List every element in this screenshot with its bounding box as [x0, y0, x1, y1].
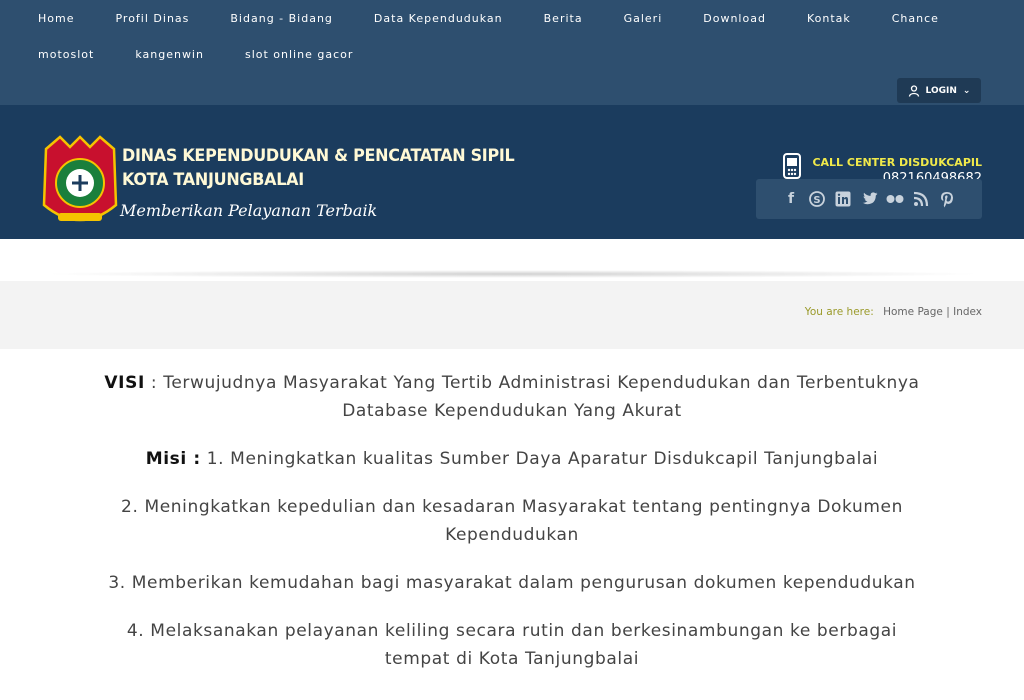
call-center-label: CALL CENTER DISDUKCAPIL	[812, 156, 982, 169]
visi-text: Terwujudnya Masyarakat Yang Tertib Admin…	[163, 373, 920, 421]
nav-row-primary: Home Profil Dinas Bidang - Bidang Data K…	[38, 10, 980, 26]
login-label: LOGIN	[925, 85, 957, 96]
top-navigation: Home Profil Dinas Bidang - Bidang Data K…	[0, 0, 1024, 105]
breadcrumb: You are here: Home Page | Index	[805, 306, 982, 318]
logo-tagline: Memberikan Pelayanan Terbaik	[120, 201, 378, 220]
nav-item-galeri[interactable]: Galeri	[624, 12, 663, 25]
misi-item-1: 1. Meningkatkan kualitas Sumber Daya Apa…	[200, 449, 879, 469]
misi-item-2: 2. Meningkatkan kepedulian dan kesadaran…	[121, 497, 903, 545]
nav-item-slot-online-gacor[interactable]: slot online gacor	[245, 48, 353, 61]
flickr-icon[interactable]	[886, 190, 904, 208]
nav-item-motoslot[interactable]: motoslot	[38, 48, 94, 61]
emblem-icon	[42, 135, 118, 222]
nav-item-data-kependudukan[interactable]: Data Kependudukan	[374, 12, 503, 25]
nav-item-kangenwin[interactable]: kangenwin	[135, 48, 204, 61]
nav-item-bidang[interactable]: Bidang - Bidang	[230, 12, 333, 25]
skype-icon[interactable]: S	[808, 190, 826, 208]
logo-title-line1: DINAS KEPENDUDUKAN & PENCATATAN SIPIL	[122, 146, 515, 166]
nav-item-profil-dinas[interactable]: Profil Dinas	[115, 12, 189, 25]
social-links: f S	[756, 179, 982, 219]
facebook-icon[interactable]: f	[782, 190, 800, 208]
twitter-icon[interactable]	[860, 190, 878, 208]
site-logo[interactable]: DINAS KEPENDUDUKAN & PENCATATAN SIPIL KO…	[40, 135, 515, 231]
visi-paragraph: VISI : Terwujudnya Masyarakat Yang Terti…	[100, 369, 924, 425]
misi-paragraph-1: Misi : 1. Meningkatkan kualitas Sumber D…	[100, 445, 924, 473]
breadcrumb-home-link[interactable]: Home Page	[883, 306, 943, 318]
chevron-down-icon: ⌄	[962, 85, 971, 96]
main-content: VISI : Terwujudnya Masyarakat Yang Terti…	[100, 369, 924, 693]
visi-separator: :	[144, 373, 164, 393]
user-icon	[908, 84, 920, 97]
nav-row-secondary: motoslot kangenwin slot online gacor	[38, 46, 394, 62]
pinterest-icon[interactable]	[938, 190, 956, 208]
nav-item-download[interactable]: Download	[703, 12, 766, 25]
phone-icon	[783, 153, 801, 179]
nav-item-berita[interactable]: Berita	[544, 12, 583, 25]
linkedin-icon[interactable]	[834, 190, 852, 208]
breadcrumb-current: Index	[953, 306, 982, 318]
misi-item-4: 4. Melaksanakan pelayanan keliling secar…	[126, 621, 898, 669]
breadcrumb-bar: You are here: Home Page | Index	[0, 281, 1024, 349]
rss-icon[interactable]	[912, 190, 930, 208]
login-button[interactable]: LOGIN ⌄	[897, 78, 981, 103]
section-divider	[40, 270, 984, 278]
misi-label: Misi :	[145, 449, 201, 469]
svg-text:S: S	[813, 195, 820, 206]
breadcrumb-label: You are here:	[804, 306, 874, 318]
nav-item-chance[interactable]: Chance	[892, 12, 939, 25]
nav-item-kontak[interactable]: Kontak	[807, 12, 851, 25]
logo-title-line2: KOTA TANJUNGBALAI	[122, 170, 304, 190]
breadcrumb-separator: |	[946, 306, 950, 318]
nav-item-home[interactable]: Home	[38, 12, 74, 25]
misi-item-3: 3. Memberikan kemudahan bagi masyarakat …	[108, 573, 916, 593]
visi-label: VISI	[104, 373, 145, 393]
